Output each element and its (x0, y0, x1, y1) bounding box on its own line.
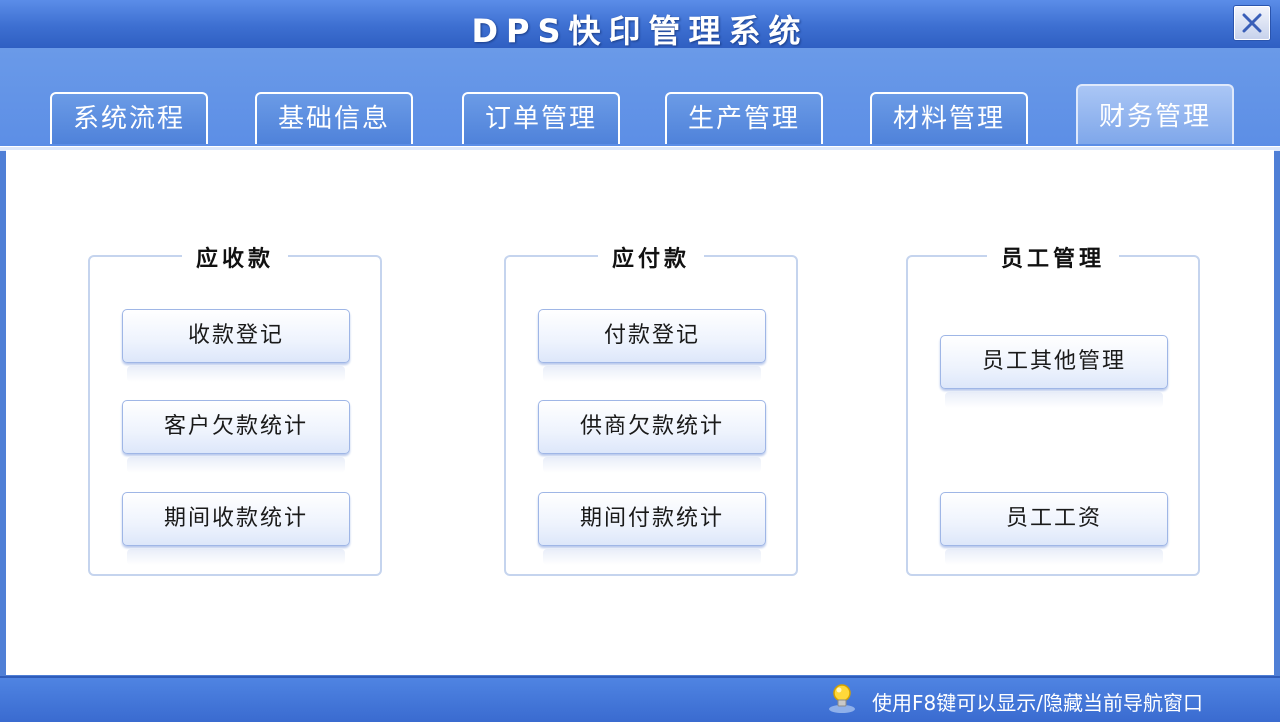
group-receivables: 应收款 收款登记 客户欠款统计 期间收款统计 (88, 247, 382, 576)
group-title-payables: 应付款 (597, 247, 704, 272)
group-title-staff: 员工管理 (986, 247, 1119, 272)
tab-system-flow[interactable]: 系统流程 (50, 92, 208, 144)
group-staff-management: 员工管理 员工其他管理 员工工资 (906, 247, 1200, 576)
window-title: DPS快印管理系统 (471, 12, 809, 50)
status-bar: 使用F8键可以显示/隐藏当前导航窗口 (0, 676, 1280, 722)
tab-basic-info[interactable]: 基础信息 (255, 92, 413, 144)
payment-register-button[interactable]: 付款登记 (538, 309, 766, 382)
content-panel: 应收款 收款登记 客户欠款统计 期间收款统计 应付款 付款登记 供商欠款统计 期… (6, 150, 1274, 675)
tab-finance-management[interactable]: 财务管理 (1076, 84, 1234, 144)
period-payment-stats-button[interactable]: 期间付款统计 (538, 492, 766, 565)
period-receipt-stats-button[interactable]: 期间收款统计 (122, 492, 350, 565)
customer-arrears-stats-button[interactable]: 客户欠款统计 (122, 400, 350, 473)
tab-strip: 系统流程 基础信息 订单管理 生产管理 材料管理 财务管理 (0, 48, 1280, 148)
staff-other-management-button[interactable]: 员工其他管理 (940, 335, 1168, 408)
close-button[interactable] (1234, 6, 1270, 40)
close-icon (1242, 13, 1262, 33)
app-window: DPS快印管理系统 系统流程 基础信息 订单管理 生产管理 材料管理 财务管理 … (0, 0, 1280, 722)
tab-order-management[interactable]: 订单管理 (462, 92, 620, 144)
group-payables: 应付款 付款登记 供商欠款统计 期间付款统计 (504, 247, 798, 576)
tab-production-management[interactable]: 生产管理 (665, 92, 823, 144)
staff-salary-button[interactable]: 员工工资 (940, 492, 1168, 565)
supplier-arrears-stats-button[interactable]: 供商欠款统计 (538, 400, 766, 473)
status-hint-text: 使用F8键可以显示/隐藏当前导航窗口 (872, 691, 1203, 715)
receipt-register-button[interactable]: 收款登记 (122, 309, 350, 382)
tab-material-management[interactable]: 材料管理 (870, 92, 1028, 144)
group-title-receivables: 应收款 (181, 247, 288, 272)
title-bar: DPS快印管理系统 (0, 0, 1280, 50)
lightbulb-icon (829, 684, 855, 713)
